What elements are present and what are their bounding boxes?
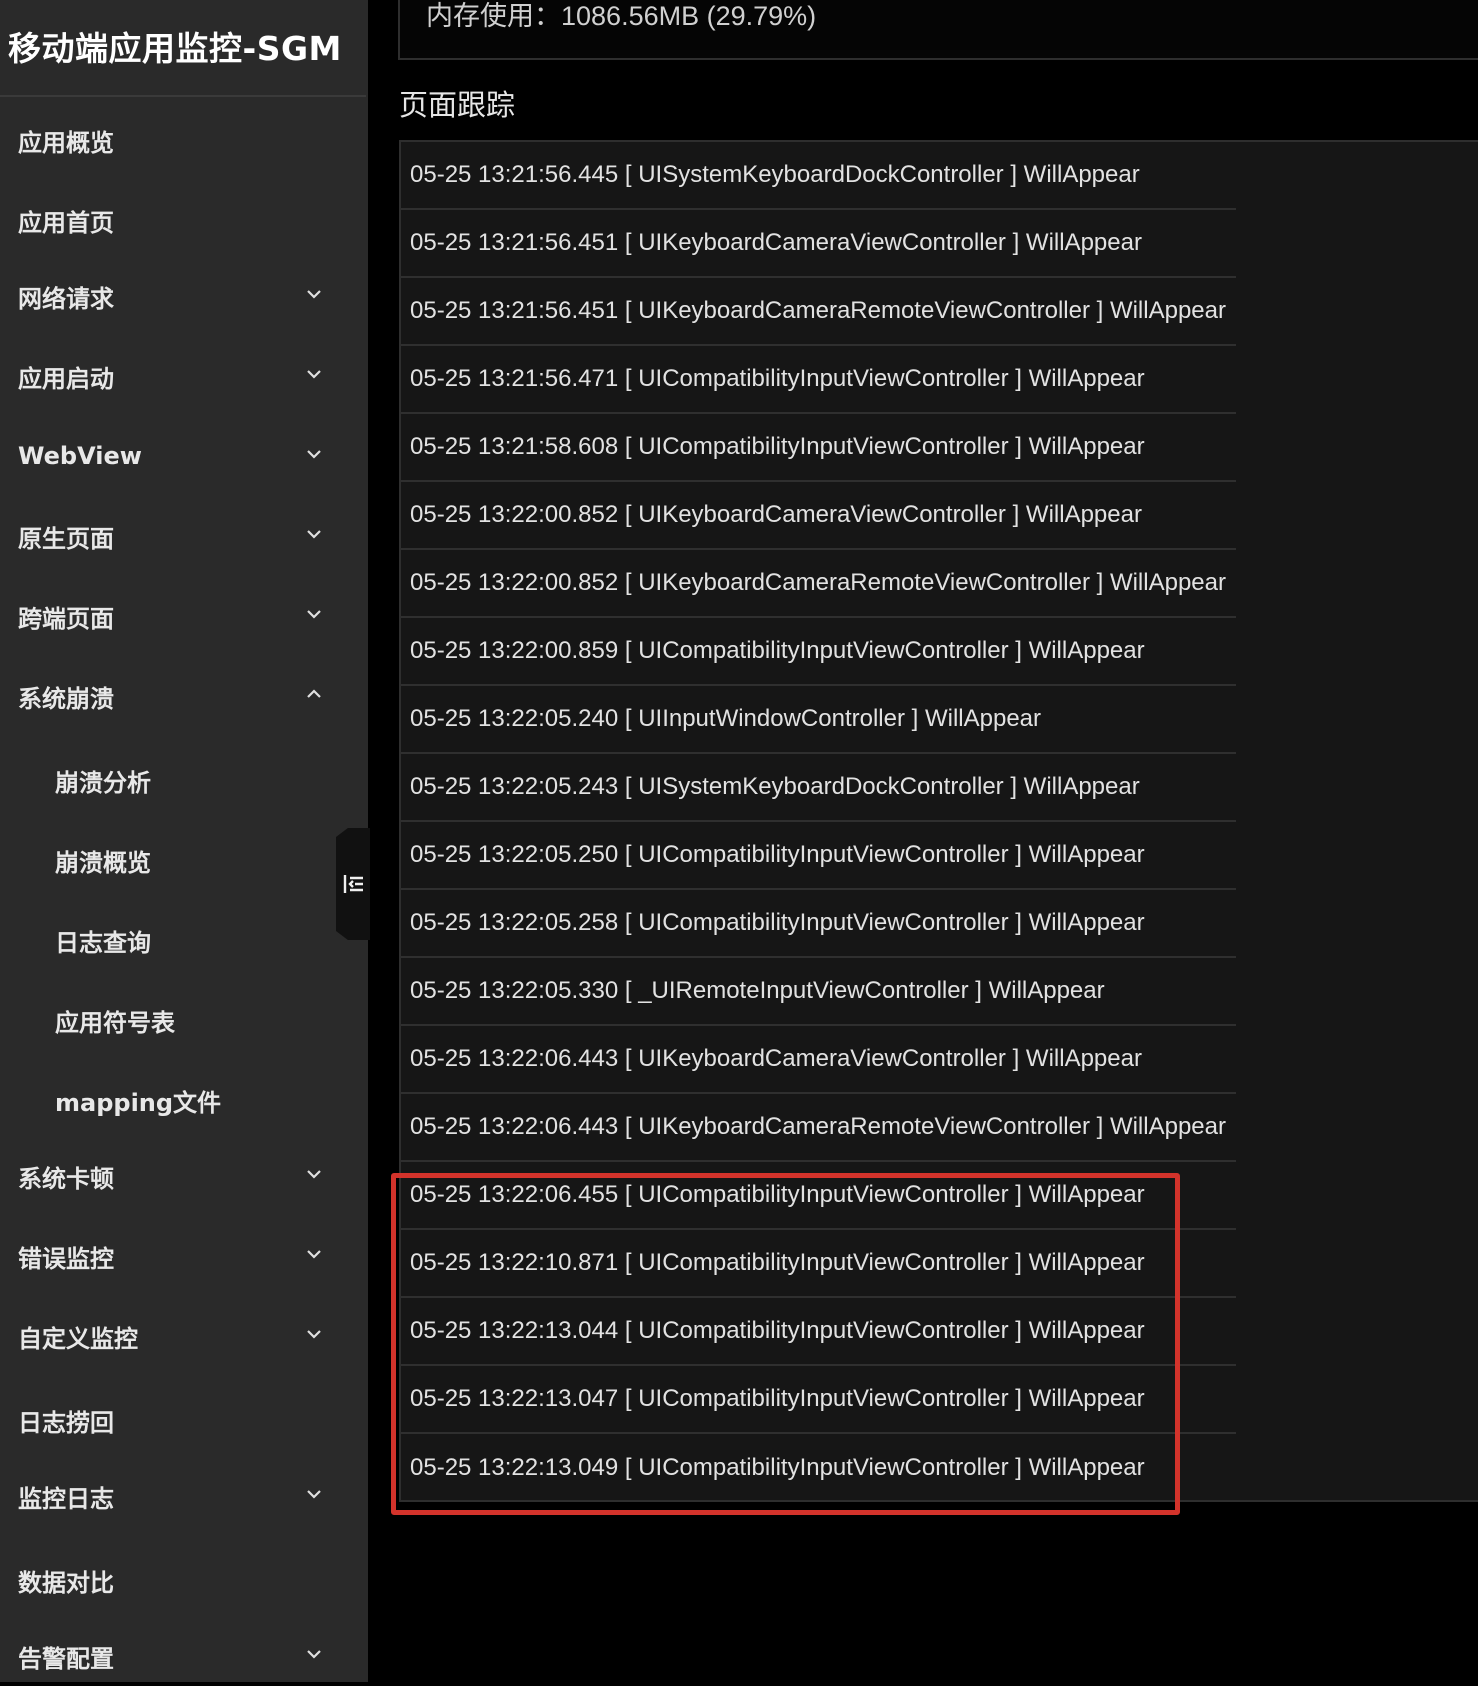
sidebar-item-label: 日志捞回 — [18, 1408, 114, 1437]
sidebar-item-label: 崩溃概览 — [55, 848, 151, 877]
sidebar-item[interactable]: 应用概览 — [0, 110, 366, 170]
sidebar-item-label: 日志查询 — [55, 928, 151, 957]
chevron-down-icon — [306, 1646, 322, 1662]
page-trace-title: 页面跟踪 — [399, 90, 516, 122]
sidebar-item-label: 自定义监控 — [18, 1324, 138, 1353]
sidebar-item-label: 系统崩溃 — [18, 684, 114, 713]
sidebar-item[interactable]: 应用启动 — [0, 346, 366, 406]
memory-usage-text: 内存使用：1086.56MB (29.79%) — [426, 1, 817, 31]
sidebar-item[interactable]: 跨端页面 — [0, 586, 366, 646]
sidebar-item[interactable]: 日志捞回 — [0, 1390, 366, 1450]
sidebar-item[interactable]: WebView — [0, 426, 366, 486]
chevron-down-icon — [306, 526, 322, 542]
chevron-down-icon — [306, 1326, 322, 1342]
sidebar-item[interactable]: 系统崩溃 — [0, 666, 366, 726]
chevron-up-icon — [306, 686, 322, 702]
chevron-down-icon — [306, 1246, 322, 1262]
sidebar-item-label: mapping文件 — [55, 1088, 222, 1117]
trace-row: 05-25 13:22:13.047 [ UICompatibilityInpu… — [401, 1366, 1236, 1434]
sidebar-item[interactable]: 应用符号表 — [0, 990, 366, 1050]
sidebar-item[interactable]: 原生页面 — [0, 506, 366, 566]
trace-row: 05-25 13:22:06.443 [ UIKeyboardCameraVie… — [401, 1026, 1236, 1094]
sidebar-item-label: 应用符号表 — [55, 1008, 175, 1037]
sidebar-item[interactable]: mapping文件 — [0, 1070, 366, 1130]
trace-row: 05-25 13:22:06.443 [ UIKeyboardCameraRem… — [401, 1094, 1236, 1162]
sidebar-item[interactable]: 监控日志 — [0, 1466, 366, 1526]
sidebar-item[interactable]: 数据对比 — [0, 1550, 366, 1610]
sidebar-item[interactable]: 系统卡顿 — [0, 1146, 366, 1206]
sidebar-item[interactable]: 错误监控 — [0, 1226, 366, 1286]
sidebar-item-label: 系统卡顿 — [18, 1164, 114, 1193]
trace-row: 05-25 13:21:56.445 [ UISystemKeyboardDoc… — [401, 142, 1236, 210]
chevron-down-icon — [306, 446, 322, 462]
chevron-down-icon — [306, 1166, 322, 1182]
sidebar-item[interactable]: 自定义监控 — [0, 1306, 366, 1366]
trace-row: 05-25 13:22:05.330 [ _UIRemoteInputViewC… — [401, 958, 1236, 1026]
trace-row: 05-25 13:22:05.240 [ UIInputWindowContro… — [401, 686, 1236, 754]
trace-row: 05-25 13:22:00.859 [ UICompatibilityInpu… — [401, 618, 1236, 686]
sidebar-item-label: 应用启动 — [18, 364, 114, 393]
trace-row: 05-25 13:22:05.250 [ UICompatibilityInpu… — [401, 822, 1236, 890]
sidebar-item[interactable]: 网络请求 — [0, 266, 366, 326]
collapse-icon — [343, 875, 363, 893]
trace-row: 05-25 13:22:00.852 [ UIKeyboardCameraVie… — [401, 482, 1236, 550]
trace-row: 05-25 13:22:10.871 [ UICompatibilityInpu… — [401, 1230, 1236, 1298]
trace-row: 05-25 13:21:56.471 [ UICompatibilityInpu… — [401, 346, 1236, 414]
trace-row: 05-25 13:22:13.049 [ UICompatibilityInpu… — [410, 1454, 1145, 1481]
sidebar-item-label: 崩溃分析 — [55, 768, 151, 797]
sidebar-item-label: WebView — [18, 442, 142, 470]
sidebar-item[interactable]: 应用首页 — [0, 190, 366, 250]
page-trace-list: 05-25 13:21:56.445 [ UISystemKeyboardDoc… — [401, 142, 1236, 1502]
sidebar-item[interactable]: 日志查询 — [0, 910, 366, 970]
sidebar-item[interactable]: 崩溃分析 — [0, 750, 366, 810]
chevron-down-icon — [306, 1486, 322, 1502]
sidebar-item-label: 应用首页 — [18, 208, 114, 237]
app-title: 移动端应用监控-SGM — [8, 29, 342, 68]
sidebar-item-label: 错误监控 — [18, 1244, 114, 1273]
trace-row: 05-25 13:22:05.243 [ UISystemKeyboardDoc… — [401, 754, 1236, 822]
title-divider — [0, 95, 366, 97]
sidebar-item-label: 跨端页面 — [18, 604, 114, 633]
trace-row: 05-25 13:22:06.455 [ UICompatibilityInpu… — [401, 1162, 1236, 1230]
sidebar-item-label: 原生页面 — [18, 524, 114, 553]
sidebar-item-label: 数据对比 — [18, 1568, 114, 1597]
trace-row: 05-25 13:21:58.608 [ UICompatibilityInpu… — [401, 414, 1236, 482]
trace-row: 05-25 13:21:56.451 [ UIKeyboardCameraVie… — [401, 210, 1236, 278]
sidebar-item[interactable]: 告警配置 — [0, 1626, 366, 1686]
trace-row: 05-25 13:21:56.451 [ UIKeyboardCameraRem… — [401, 278, 1236, 346]
trace-row: 05-25 13:22:05.258 [ UICompatibilityInpu… — [401, 890, 1236, 958]
sidebar-item-label: 应用概览 — [18, 128, 114, 157]
sidebar-item-label: 监控日志 — [18, 1484, 114, 1513]
memory-info-box: 内存使用：1086.56MB (29.79%) — [398, 0, 1478, 60]
sidebar-item[interactable]: 崩溃概览 — [0, 830, 366, 890]
trace-row: 05-25 13:22:00.852 [ UIKeyboardCameraRem… — [401, 550, 1236, 618]
chevron-down-icon — [306, 366, 322, 382]
chevron-down-icon — [306, 606, 322, 622]
trace-row: 05-25 13:22:13.044 [ UICompatibilityInpu… — [401, 1298, 1236, 1366]
sidebar-item-label: 告警配置 — [18, 1644, 114, 1673]
page-trace-panel: 05-25 13:21:56.445 [ UISystemKeyboardDoc… — [399, 140, 1478, 1502]
sidebar: 移动端应用监控-SGM 应用概览应用首页网络请求应用启动 WebView 原生页面跨… — [0, 0, 368, 1682]
sidebar-item-label: 网络请求 — [18, 284, 114, 313]
chevron-down-icon — [306, 286, 322, 302]
sidebar-collapse-handle[interactable] — [336, 828, 370, 940]
